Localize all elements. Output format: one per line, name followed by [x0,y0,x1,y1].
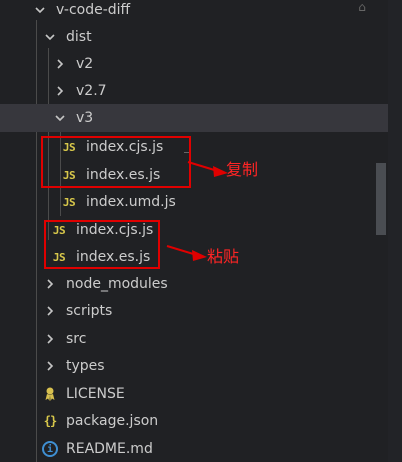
tree-item-label: v3 [76,110,94,126]
tree-item-label: types [66,358,105,374]
tree-item-label: src [66,331,87,347]
tree-item-label: v2.7 [76,83,107,99]
scrollbar-track[interactable] [388,0,402,462]
chevron-down-icon[interactable] [32,2,48,18]
chevron-right-icon[interactable] [42,358,58,374]
tree-item-types[interactable]: types [0,352,388,380]
javascript-file-icon: JS [62,168,76,182]
tree-item-v3-index-umd[interactable]: JS index.umd.js [0,188,388,216]
paste-annotation: 粘贴 [207,247,240,266]
javascript-file-icon: JS [62,140,76,154]
copy-annotation: 复制 [226,160,259,179]
tree-item-v2[interactable]: v2 [0,50,388,78]
tree-item-label: index.umd.js [86,194,176,210]
javascript-file-icon: JS [52,250,66,264]
chevron-right-icon[interactable] [42,303,58,319]
tree-item-label: dist [66,29,92,45]
tree-item-v3[interactable]: v3 [0,104,388,132]
chevron-right-icon[interactable] [52,83,68,99]
tree-item-label: package.json [66,413,159,429]
chevron-right-icon[interactable] [42,331,58,347]
tree-item-dist[interactable]: dist [0,23,388,51]
tree-item-label: LICENSE [66,386,125,402]
tree-item-label: index.cjs.js [86,139,164,155]
tree-item-readme[interactable]: i README.md [0,435,388,462]
info-icon: i [42,441,58,457]
tree-item-label: index.es.js [76,249,151,265]
tree-item-label: scripts [66,303,113,319]
chevron-down-icon[interactable] [42,29,58,45]
tree-item-label: v-code-diff [56,2,131,18]
file-explorer-panel: ⌂ v-code-diff dist v2 v2.7 v3 JS index.c… [0,0,402,462]
chevron-right-icon[interactable] [52,56,68,72]
tree-item-node-modules[interactable]: node_modules [0,270,388,298]
chevron-right-icon[interactable] [42,276,58,292]
license-icon [42,386,58,402]
tree-item-license[interactable]: LICENSE [0,380,388,408]
hover-marker [184,152,191,153]
tree-item-label: README.md [66,441,153,457]
tree-item-label: index.cjs.js [76,222,154,238]
javascript-file-icon: JS [52,223,66,237]
tree-item-package-json[interactable]: {} package.json [0,407,388,435]
json-file-icon: {} [43,414,57,428]
tree-item-v-code-diff[interactable]: v-code-diff [0,0,388,24]
chevron-down-icon[interactable] [52,110,68,126]
tree-item-label: v2 [76,56,94,72]
tree-item-v3-index-cjs[interactable]: JS index.cjs.js [0,133,388,161]
tree-item-src[interactable]: src [0,325,388,353]
tree-item-scripts[interactable]: scripts [0,297,388,325]
tree-item-v2-7[interactable]: v2.7 [0,77,388,105]
javascript-file-icon: JS [62,195,76,209]
tree-item-label: node_modules [66,276,168,292]
tree-item-label: index.es.js [86,167,161,183]
scrollbar-thumb[interactable] [376,163,386,235]
tree-item-dist-index-cjs[interactable]: JS index.cjs.js [0,216,388,244]
